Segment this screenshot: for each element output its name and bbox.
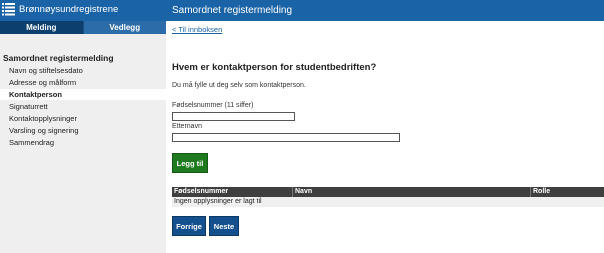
registry-logo-icon	[2, 3, 15, 16]
brand-logo[interactable]: Brønnøysundregistrene	[2, 3, 118, 16]
sidebar-item-kontaktperson[interactable]: Kontaktperson	[0, 89, 166, 100]
tab-melding[interactable]: Melding	[0, 21, 83, 34]
app-title: Samordnet registermelding	[172, 5, 293, 16]
next-button[interactable]: Neste	[209, 216, 239, 236]
previous-button[interactable]: Forrige	[172, 216, 206, 236]
sidebar-item-sammendrag[interactable]: Sammendrag	[9, 138, 54, 147]
column-fodselsnummer: Fødselsnummer	[174, 188, 229, 195]
sidebar-title: Samordnet registermelding	[3, 53, 114, 63]
sidebar-item-navn[interactable]: Navn og stiftelsesdato	[9, 66, 83, 75]
sidebar-item-kontaktopplysninger[interactable]: Kontaktopplysninger	[9, 114, 77, 123]
column-navn: Navn	[292, 187, 533, 197]
fodselsnummer-label: Fødselsnummer (11 siffer)	[172, 102, 254, 109]
etternavn-input[interactable]	[172, 133, 400, 142]
org-name: Brønnøysundregistrene	[19, 4, 119, 15]
column-rolle: Rolle	[530, 187, 604, 197]
page-title: Hvem er kontaktperson for studentbedrift…	[172, 62, 377, 73]
tab-bar: Melding Vedlegg	[0, 21, 166, 34]
sidebar-item-signaturrett[interactable]: Signaturrett	[9, 102, 48, 111]
add-contact-button[interactable]: Legg til	[172, 153, 208, 173]
sidebar-item-varsling[interactable]: Varsling og signering	[9, 126, 79, 135]
sidebar-item-adresse[interactable]: Adresse og målform	[9, 78, 76, 87]
instruction-text: Du må fylle ut deg selv som kontaktperso…	[172, 82, 306, 89]
table-empty-row: Ingen opplysninger er lagt til	[172, 197, 604, 207]
etternavn-label: Etternavn	[172, 123, 202, 130]
fodselsnummer-input[interactable]	[172, 112, 295, 121]
table-header: Fødselsnummer Navn Rolle	[172, 187, 604, 197]
tab-vedlegg[interactable]: Vedlegg	[82, 21, 166, 34]
back-to-inbox-link[interactable]: < Til innboksen	[172, 25, 222, 34]
